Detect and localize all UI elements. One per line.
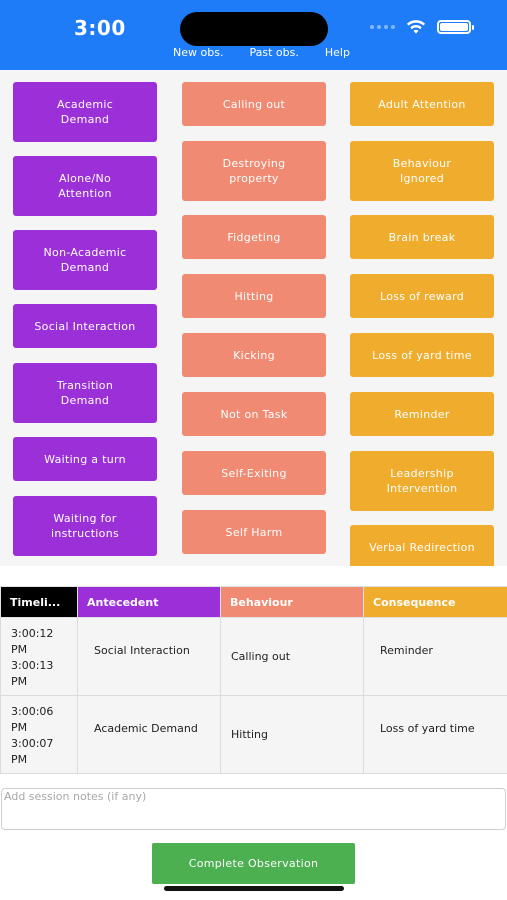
behaviour-cell: Calling out: [220, 617, 364, 696]
start-time: 3:00:06 PM: [11, 705, 54, 734]
behaviour-button-calling-out[interactable]: Calling out: [182, 82, 326, 126]
behaviour-button-kicking[interactable]: Kicking: [182, 333, 326, 377]
header-behaviour: Behaviour: [220, 586, 364, 618]
consequence-button-leadership-intervention[interactable]: Leadership Intervention: [350, 451, 494, 511]
antecedent-button-waiting-a-turn[interactable]: Waiting a turn: [13, 437, 157, 481]
consequence-button-brain-break[interactable]: Brain break: [350, 215, 494, 259]
behaviour-button-hitting[interactable]: Hitting: [182, 274, 326, 318]
consequence-button-loss-of-yard-time[interactable]: Loss of yard time: [350, 333, 494, 377]
table-row: 3:00:12 PM 3:00:13 PM Social Interaction Ca…: [0, 617, 507, 696]
consequence-cell: Reminder: [363, 617, 507, 696]
nav-link-help[interactable]: Help: [323, 46, 350, 59]
behaviour-cell: Hitting: [220, 695, 364, 774]
battery-icon: [437, 20, 474, 34]
status-icons: [370, 19, 474, 35]
top-nav: New obs. Past obs. Help: [0, 46, 507, 59]
table-header-row: Timeli... Antecedent Behaviour Consequen…: [0, 586, 507, 618]
end-time: 3:00:07 PM: [11, 737, 54, 766]
header-consequence: Consequence: [363, 586, 507, 618]
antecedent-button-social-interaction[interactable]: Social Interaction: [13, 304, 157, 348]
header-antecedent: Antecedent: [77, 586, 221, 618]
start-time: 3:00:12 PM: [11, 627, 54, 656]
status-time: 3:00: [74, 16, 126, 40]
antecedent-button-alone-no-attention[interactable]: Alone/No Attention: [13, 156, 157, 216]
consequence-cell: Loss of yard time: [363, 695, 507, 774]
timeline-cell: 3:00:06 PM 3:00:07 PM: [0, 695, 78, 774]
antecedent-button-non-academic-demand[interactable]: Non-Academic Demand: [13, 230, 157, 290]
app-header: 3:00 New obs. Past obs. Help: [0, 0, 507, 70]
timeline-cell: 3:00:12 PM 3:00:13 PM: [0, 617, 78, 696]
home-indicator: [164, 886, 344, 891]
behaviour-button-not-on-task[interactable]: Not on Task: [182, 392, 326, 436]
session-notes-input[interactable]: [1, 788, 506, 830]
consequence-button-loss-of-reward[interactable]: Loss of reward: [350, 274, 494, 318]
nav-link-past-obs[interactable]: Past obs.: [247, 46, 298, 59]
consequence-button-adult-attention[interactable]: Adult Attention: [350, 82, 494, 126]
behaviour-button-fidgeting[interactable]: Fidgeting: [182, 215, 326, 259]
wifi-icon: [406, 20, 426, 34]
behaviour-button-self-exiting[interactable]: Self-Exiting: [182, 451, 326, 495]
cellular-signal-icon: [370, 25, 395, 29]
antecedent-button-waiting-for-instructions[interactable]: Waiting for instructions: [13, 496, 157, 556]
behaviour-button-destroying-property[interactable]: Destroying property: [182, 141, 326, 201]
consequence-button-verbal-redirection[interactable]: Verbal Redirection: [350, 525, 494, 566]
antecedent-button-transition-demand[interactable]: Transition Demand: [13, 363, 157, 423]
complete-observation-button[interactable]: Complete Observation: [152, 843, 355, 884]
consequence-button-behaviour-ignored[interactable]: Behaviour Ignored: [350, 141, 494, 201]
header-timeline: Timeli...: [0, 586, 78, 618]
consequence-button-reminder[interactable]: Reminder: [350, 392, 494, 436]
antecedent-button-academic-demand[interactable]: Academic Demand: [13, 82, 157, 142]
observation-button-grid: Academic Demand Alone/No Attention Non-Aca…: [0, 70, 507, 566]
dynamic-island: [180, 12, 328, 46]
nav-link-new-obs[interactable]: New obs.: [171, 46, 223, 59]
end-time: 3:00:13 PM: [11, 659, 54, 688]
antecedent-cell: Academic Demand: [77, 695, 221, 774]
antecedent-cell: Social Interaction: [77, 617, 221, 696]
table-row: 3:00:06 PM 3:00:07 PM Academic Demand Hitti…: [0, 695, 507, 774]
observation-table: Timeli... Antecedent Behaviour Consequen…: [0, 586, 507, 774]
behaviour-button-self-harm[interactable]: Self Harm: [182, 510, 326, 554]
